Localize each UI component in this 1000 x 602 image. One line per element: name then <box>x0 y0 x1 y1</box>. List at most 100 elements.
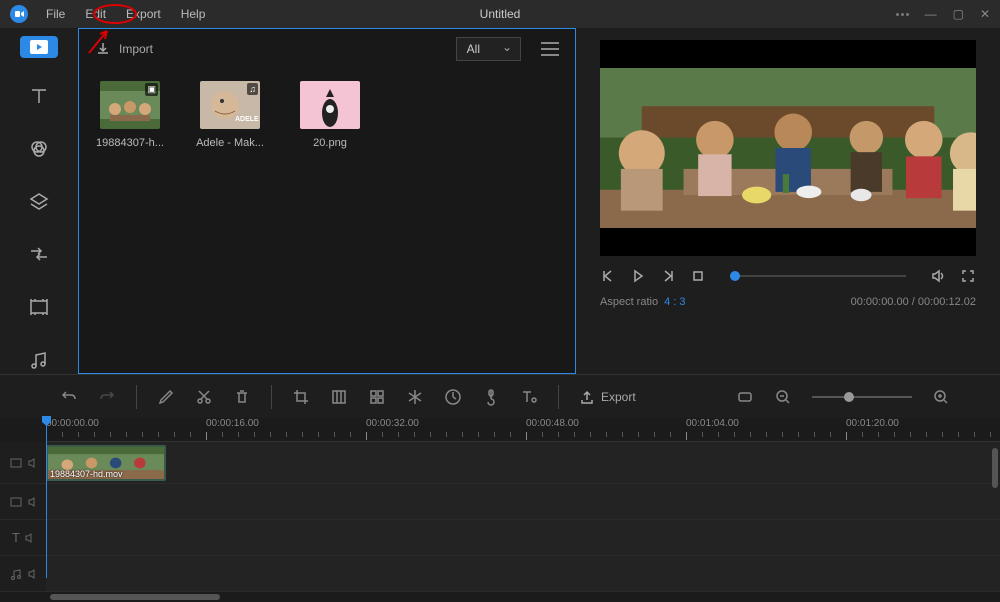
preview-controls <box>600 256 976 292</box>
mosaic-icon[interactable] <box>330 388 348 406</box>
time-label: 00:00:48.00 <box>526 418 579 429</box>
preview-info: Aspect ratio 4 : 3 00:00:00.00 / 00:00:1… <box>600 292 976 312</box>
import-label: Import <box>119 42 153 56</box>
sidebar-music[interactable] <box>23 345 55 374</box>
prev-frame-icon[interactable] <box>600 268 616 284</box>
media-item-video[interactable]: ▣ 19884307-h... <box>95 81 165 149</box>
minimize-icon[interactable]: — <box>925 7 937 21</box>
export-icon <box>579 389 595 405</box>
app-logo <box>10 5 28 23</box>
progress-handle[interactable] <box>730 271 740 281</box>
media-item-name: Adele - Mak... <box>195 137 265 149</box>
timeline: 00:00:00.00 00:00:16.00 00:00:32.00 00:00:4… <box>0 418 1000 602</box>
media-grid: ▣ 19884307-h... ADELE ♫ Adele - Mak... 2… <box>79 69 575 161</box>
volume-icon[interactable] <box>930 268 946 284</box>
time-label: 00:01:04.00 <box>686 418 739 429</box>
media-item-audio[interactable]: ADELE ♫ Adele - Mak... <box>195 81 265 149</box>
sidebar <box>0 28 78 374</box>
fullscreen-icon[interactable] <box>960 268 976 284</box>
time-display: 00:00:00.00 / 00:00:12.02 <box>851 296 976 308</box>
next-frame-icon[interactable] <box>660 268 676 284</box>
zoom-handle[interactable] <box>844 392 854 402</box>
clip-label: 19884307-hd.mov <box>50 469 123 479</box>
timeline-toolbar: Export <box>0 374 1000 418</box>
track-head-text[interactable]: T <box>0 520 46 555</box>
maximize-icon[interactable]: ▢ <box>953 7 964 21</box>
svg-text:ADELE: ADELE <box>235 116 259 123</box>
import-icon <box>95 41 111 57</box>
edit-icon[interactable] <box>157 388 175 406</box>
media-item-name: 19884307-h... <box>95 137 165 149</box>
sidebar-media[interactable] <box>20 36 58 58</box>
time-label: 00:00:32.00 <box>366 418 419 429</box>
sidebar-elements[interactable] <box>23 293 55 322</box>
undo-icon[interactable] <box>60 388 78 406</box>
audio-badge-icon: ♫ <box>247 83 258 95</box>
import-button[interactable]: Import <box>95 41 153 57</box>
sidebar-transitions[interactable] <box>23 240 55 269</box>
fit-icon[interactable] <box>736 388 754 406</box>
view-toggle-icon[interactable] <box>541 42 559 56</box>
tracks: 19884307-hd.mov T <box>0 442 1000 592</box>
divider <box>136 385 137 409</box>
zoom-slider[interactable] <box>812 396 912 398</box>
menu-export[interactable]: Export <box>118 4 169 24</box>
freeze-icon[interactable] <box>406 388 424 406</box>
delete-icon[interactable] <box>233 388 251 406</box>
menu-help[interactable]: Help <box>173 4 214 24</box>
divider <box>271 385 272 409</box>
text-settings-icon[interactable] <box>520 388 538 406</box>
preview-panel: Aspect ratio 4 : 3 00:00:00.00 / 00:00:1… <box>576 28 1000 374</box>
crop-icon[interactable] <box>292 388 310 406</box>
time-label: 00:00:16.00 <box>206 418 259 429</box>
window-controls: — ▢ ✕ <box>896 7 990 21</box>
document-title: Untitled <box>480 7 521 21</box>
media-panel: Import All ▣ 19884307-h... ADELE ♫ Adele… <box>78 28 576 374</box>
media-thumb <box>300 81 360 129</box>
stop-icon[interactable] <box>690 268 706 284</box>
sidebar-text[interactable] <box>23 82 55 111</box>
time-label: 00:01:20.00 <box>846 418 899 429</box>
aspect-label: Aspect ratio <box>600 296 658 308</box>
time-label: 00:00:00.00 <box>46 418 99 429</box>
cut-icon[interactable] <box>195 388 213 406</box>
zoom-out-icon[interactable] <box>774 388 792 406</box>
media-item-image[interactable]: 20.png <box>295 81 365 149</box>
time-ruler[interactable]: 00:00:00.00 00:00:16.00 00:00:32.00 00:00:4… <box>46 418 1000 442</box>
track-head-video[interactable] <box>0 442 46 483</box>
sidebar-overlays[interactable] <box>23 187 55 216</box>
main-area: Import All ▣ 19884307-h... ADELE ♫ Adele… <box>0 28 1000 374</box>
progress-slider[interactable] <box>730 275 906 277</box>
filter-dropdown[interactable]: All <box>456 37 521 61</box>
media-item-name: 20.png <box>295 137 365 149</box>
more-icon[interactable] <box>896 13 909 16</box>
video-badge-icon: ▣ <box>145 83 158 96</box>
preview-video <box>600 40 976 256</box>
menu-edit[interactable]: Edit <box>77 4 114 24</box>
zoom-in-icon[interactable] <box>932 388 950 406</box>
video-track[interactable]: 19884307-hd.mov <box>0 442 1000 484</box>
export-label: Export <box>601 390 636 404</box>
speed-icon[interactable] <box>444 388 462 406</box>
playhead[interactable] <box>46 418 47 578</box>
audio-track[interactable] <box>0 556 1000 592</box>
vertical-scrollbar[interactable] <box>992 448 998 488</box>
redo-icon[interactable] <box>98 388 116 406</box>
aspect-value[interactable]: 4 : 3 <box>664 296 685 308</box>
menu-file[interactable]: File <box>38 4 73 24</box>
divider <box>558 385 559 409</box>
horizontal-scrollbar[interactable] <box>50 594 220 600</box>
timeline-clip[interactable]: 19884307-hd.mov <box>46 445 166 481</box>
track-head-audio[interactable] <box>0 556 46 591</box>
pip-track[interactable] <box>0 484 1000 520</box>
text-track[interactable]: T <box>0 520 1000 556</box>
media-thumb: ADELE ♫ <box>200 81 260 129</box>
grid-icon[interactable] <box>368 388 386 406</box>
titlebar: File Edit Export Help Untitled — ▢ ✕ <box>0 0 1000 28</box>
play-icon[interactable] <box>630 268 646 284</box>
export-button[interactable]: Export <box>579 389 636 405</box>
close-icon[interactable]: ✕ <box>980 7 990 21</box>
track-head-pip[interactable] <box>0 484 46 519</box>
audio-icon[interactable] <box>482 388 500 406</box>
sidebar-filters[interactable] <box>23 135 55 164</box>
